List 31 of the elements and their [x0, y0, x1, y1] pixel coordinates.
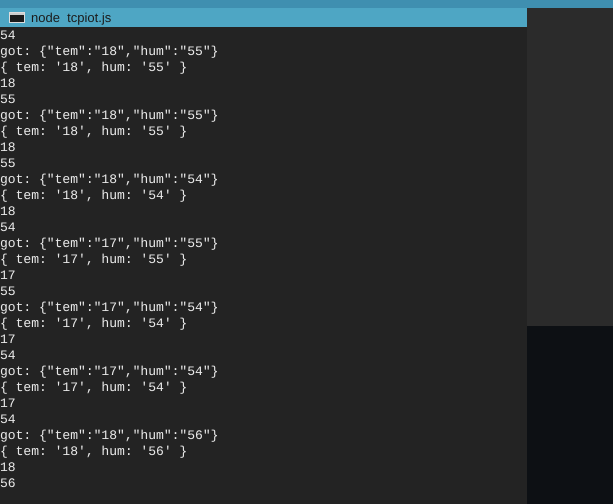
console-line: { tem: '17', hum: '54' }: [0, 316, 188, 332]
console-line: got: {"tem":"18","hum":"55"}: [0, 44, 218, 60]
console-line: 17: [0, 268, 16, 284]
console-line: { tem: '18', hum: '56' }: [0, 444, 188, 460]
window-title: node tcpiot.js: [31, 11, 112, 24]
console-line: got: {"tem":"17","hum":"54"}: [0, 364, 218, 380]
console-line: got: {"tem":"18","hum":"56"}: [0, 428, 218, 444]
console-line: 54: [0, 28, 16, 44]
console-icon: [9, 12, 25, 23]
console-line: 17: [0, 332, 16, 348]
console-line: 18: [0, 140, 16, 156]
console-line: { tem: '18', hum: '54' }: [0, 188, 188, 204]
console-line: 18: [0, 76, 16, 92]
console-line: 55: [0, 156, 16, 172]
console-line: 54: [0, 348, 16, 364]
console-line: 18: [0, 460, 16, 476]
console-line: 18: [0, 204, 16, 220]
console-line: 55: [0, 284, 16, 300]
console-line: got: {"tem":"18","hum":"54"}: [0, 172, 218, 188]
console-line: { tem: '18', hum: '55' }: [0, 60, 188, 76]
console-line: 54: [0, 412, 16, 428]
console-line: got: {"tem":"18","hum":"55"}: [0, 108, 218, 124]
console-line: 17: [0, 396, 16, 412]
console-line: got: {"tem":"17","hum":"54"}: [0, 300, 218, 316]
console-line: 54: [0, 220, 16, 236]
console-line: got: {"tem":"17","hum":"55"}: [0, 236, 218, 252]
console-line: { tem: '17', hum: '55' }: [0, 252, 188, 268]
console-line: { tem: '17', hum: '54' }: [0, 380, 188, 396]
console-line: 55: [0, 92, 16, 108]
console-line: { tem: '18', hum: '55' }: [0, 124, 188, 140]
console-line: 56: [0, 476, 16, 492]
